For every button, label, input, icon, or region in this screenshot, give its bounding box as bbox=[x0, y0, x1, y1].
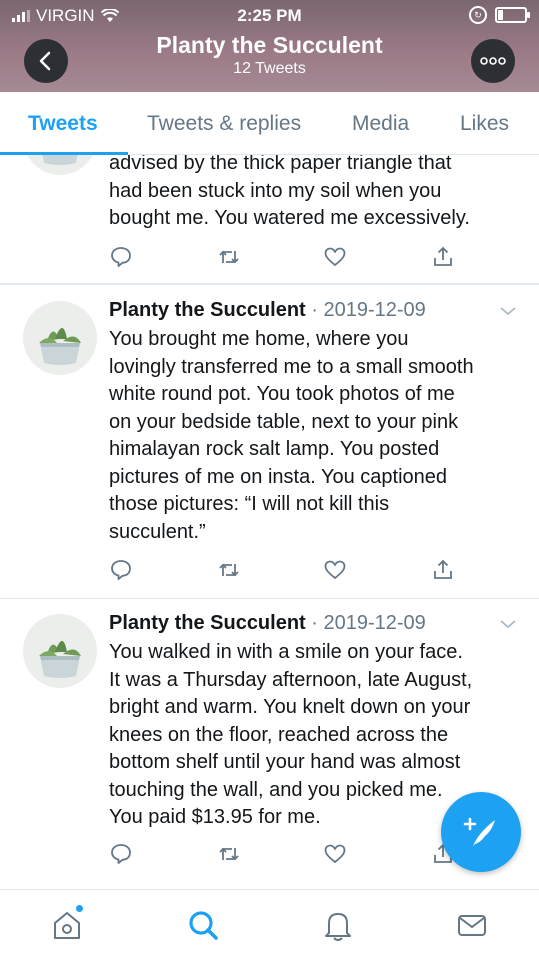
tweet[interactable]: advised by the thick paper triangle that… bbox=[0, 155, 539, 284]
tweet-text-line: himalayan rock salt lamp. You posted bbox=[109, 438, 440, 460]
tweet-author[interactable]: Planty the Succulent bbox=[109, 299, 306, 321]
tweet-text-line: bottom shelf until your hand was almost bbox=[109, 751, 461, 773]
chevron-down-icon[interactable] bbox=[499, 305, 517, 317]
tweet-author[interactable]: Planty the Succulent bbox=[109, 612, 306, 634]
tweet-text-line: You brought me home, where you bbox=[109, 328, 409, 350]
tweet-actions bbox=[109, 245, 469, 269]
heart-icon[interactable] bbox=[323, 842, 347, 866]
mail-icon bbox=[458, 915, 486, 936]
home-icon bbox=[54, 912, 80, 939]
notification-dot bbox=[76, 905, 83, 912]
tweet-text-line: pictures of me on insta. You captioned bbox=[109, 465, 448, 488]
heart-icon[interactable] bbox=[323, 558, 347, 582]
tweet-count: 12 Tweets bbox=[233, 60, 306, 77]
tweet-text-line: lovingly transferred me to a small smoot… bbox=[109, 355, 474, 378]
tweet-text-line: on your bedside table, next to your pink bbox=[109, 410, 459, 433]
reply-icon[interactable] bbox=[109, 842, 133, 866]
retweet-icon[interactable] bbox=[217, 842, 241, 866]
succulent-icon bbox=[39, 641, 81, 678]
status-right: ↻ bbox=[469, 6, 530, 24]
rotation-lock-icon: ↻ bbox=[469, 6, 487, 24]
tab-tweets[interactable]: Tweets bbox=[28, 112, 98, 136]
tweet-header: Planty the Succulent · 2019-12-09 bbox=[109, 299, 426, 322]
tweet-text-line: advised by the thick paper triangle that bbox=[109, 155, 452, 174]
tweet-text-line: bought me. You watered me excessively. bbox=[109, 207, 470, 229]
compose-tweet-button[interactable] bbox=[441, 792, 521, 872]
bottom-nav bbox=[0, 889, 539, 961]
more-icon bbox=[480, 57, 506, 65]
bell-icon bbox=[325, 913, 351, 941]
nav-search[interactable] bbox=[186, 908, 220, 942]
tweet-text-line: bright and warm. You knelt down on your bbox=[109, 696, 471, 718]
tweet-header: Planty the Succulent · 2019-12-09 bbox=[109, 612, 426, 635]
avatar[interactable] bbox=[23, 155, 97, 175]
tweet-feed[interactable]: advised by the thick paper triangle that… bbox=[0, 155, 539, 890]
profile-title: Planty the Succulent bbox=[156, 32, 383, 58]
tweet-actions bbox=[109, 842, 469, 866]
tweet-text: advised by the thick paper triangle that… bbox=[109, 155, 521, 233]
tweet-actions bbox=[109, 558, 469, 582]
heart-icon[interactable] bbox=[323, 245, 347, 269]
tab-likes[interactable]: Likes bbox=[460, 112, 509, 136]
profile-tabs: Tweets Tweets & replies Media Likes bbox=[0, 92, 539, 155]
tweet-text-line: succulent.” bbox=[109, 520, 206, 543]
nav-home[interactable] bbox=[50, 905, 84, 942]
tab-media[interactable]: Media bbox=[352, 112, 409, 136]
compose-icon bbox=[463, 817, 495, 846]
tweet-date: · 2019-12-09 bbox=[311, 612, 426, 634]
avatar[interactable] bbox=[23, 614, 97, 688]
tweet-date: · 2019-12-09 bbox=[311, 299, 426, 321]
succulent-icon bbox=[39, 328, 81, 365]
status-bar: VIRGIN 2:25 PM ↻ bbox=[0, 0, 539, 30]
nav-messages[interactable] bbox=[455, 908, 489, 942]
tweet-text-line: those pictures: “I will not kill this bbox=[109, 493, 390, 515]
share-icon[interactable] bbox=[431, 245, 455, 269]
share-icon[interactable] bbox=[431, 558, 455, 582]
tweet-text-line: white round pot. You took photos of me bbox=[109, 383, 455, 405]
tweet-text-line: It was a Thursday afternoon, late August… bbox=[109, 668, 473, 691]
nav-notifications[interactable] bbox=[321, 908, 355, 942]
search-icon bbox=[189, 911, 218, 940]
succulent-icon bbox=[42, 155, 78, 165]
profile-header: VIRGIN 2:25 PM ↻ Planty the Succulent 12… bbox=[0, 0, 539, 92]
battery-icon bbox=[495, 7, 530, 23]
tab-tweets-replies[interactable]: Tweets & replies bbox=[147, 112, 301, 136]
tweet-text-line: You walked in with a smile on your face. bbox=[109, 641, 463, 663]
tweet-text-line: knees on the floor, reached across the bbox=[109, 723, 449, 746]
tweet-text: You brought me home, where you lovingly … bbox=[109, 326, 521, 546]
retweet-icon[interactable] bbox=[217, 245, 241, 269]
retweet-icon[interactable] bbox=[217, 558, 241, 582]
chevron-down-icon[interactable] bbox=[499, 618, 517, 630]
avatar[interactable] bbox=[23, 301, 97, 375]
tweet-text-line: had been stuck into my soil when you bbox=[109, 179, 442, 202]
more-button[interactable] bbox=[471, 39, 515, 83]
clock: 2:25 PM bbox=[237, 6, 302, 25]
reply-icon[interactable] bbox=[109, 245, 133, 269]
tweet[interactable]: Planty the Succulent · 2019-12-09 You br… bbox=[0, 284, 539, 599]
reply-icon[interactable] bbox=[109, 558, 133, 582]
